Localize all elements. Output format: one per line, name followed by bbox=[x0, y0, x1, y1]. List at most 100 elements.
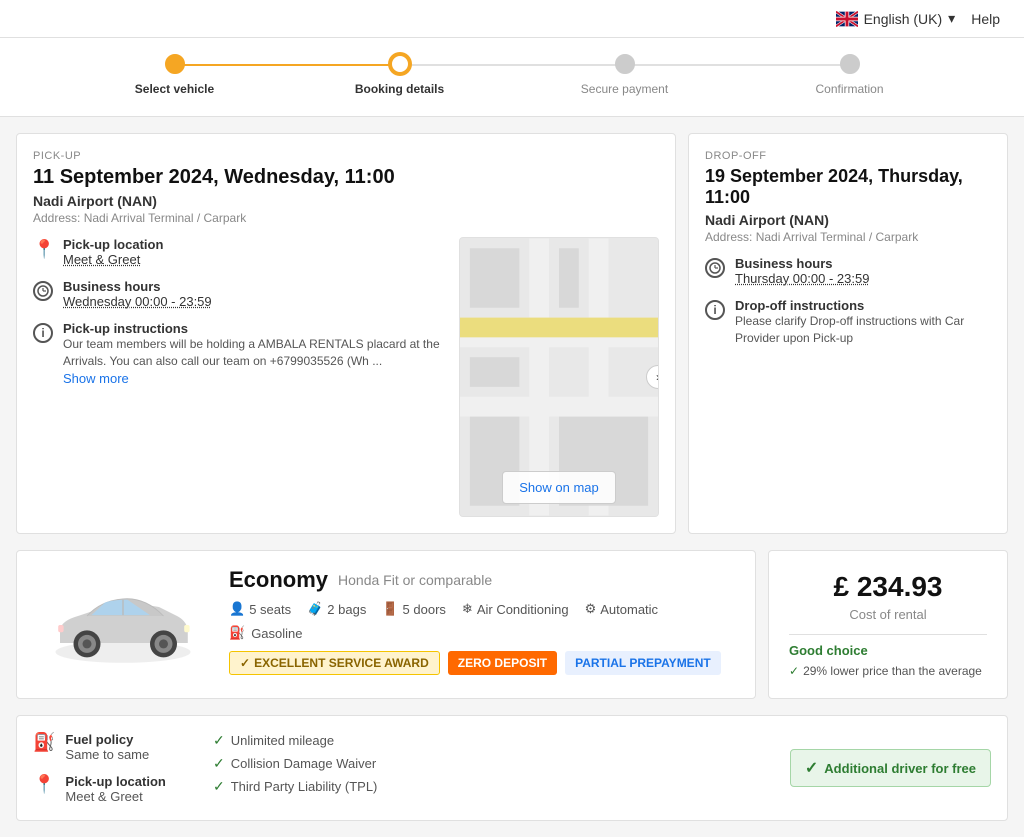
bag-icon: 🧳 bbox=[307, 601, 323, 617]
seats-value: 5 seats bbox=[249, 602, 291, 617]
step-label-3: Secure payment bbox=[581, 82, 668, 96]
pickup-business-hours-info: Business hours Wednesday 00:00 - 23:59 bbox=[63, 279, 212, 309]
person-icon: 👤 bbox=[229, 601, 245, 617]
seats-spec: 👤 5 seats bbox=[229, 601, 291, 617]
fuel-type: Gasoline bbox=[251, 626, 302, 641]
fuel-policy-info: Fuel policy Same to same bbox=[65, 732, 149, 762]
badges-row: ✓ EXCELLENT SERVICE AWARD ZERO DEPOSIT P… bbox=[229, 651, 739, 675]
vehicle-class: Economy bbox=[229, 567, 328, 593]
pickup-business-hours-label: Business hours bbox=[63, 279, 212, 294]
show-more-link[interactable]: Show more bbox=[63, 371, 129, 386]
vehicle-card: Economy Honda Fit or comparable 👤 5 seat… bbox=[16, 550, 756, 699]
door-icon: 🚪 bbox=[382, 601, 398, 617]
main-content: PICK-UP 11 September 2024, Wednesday, 11… bbox=[0, 117, 1024, 837]
show-on-map-button[interactable]: Show on map bbox=[502, 471, 616, 504]
dropoff-instructions-info: Drop-off instructions Please clarify Dro… bbox=[735, 298, 991, 347]
transmission-icon: ⚙ bbox=[585, 601, 597, 617]
bottom-section: ⛽ Fuel policy Same to same 📍 Pick-up loc… bbox=[16, 715, 1008, 821]
payment-badge-text: PARTIAL PREPAYMENT bbox=[575, 656, 711, 670]
fuel-policy-label: Fuel policy bbox=[65, 732, 149, 747]
feature-col: ✓ Unlimited mileage ✓ Collision Damage W… bbox=[213, 732, 770, 804]
step-circle-3 bbox=[615, 54, 635, 74]
info-icon: i bbox=[33, 323, 53, 343]
dropoff-info-icon: i bbox=[705, 300, 725, 320]
dropoff-business-hours-value: Thursday 00:00 - 23:59 bbox=[735, 271, 869, 286]
step-secure-payment[interactable]: Secure payment bbox=[512, 54, 737, 96]
bottom-pickup-label: Pick-up location bbox=[65, 774, 165, 789]
award-check-icon: ✓ bbox=[240, 656, 250, 670]
transmission-value: Automatic bbox=[600, 602, 658, 617]
ac-icon: ❄ bbox=[462, 601, 473, 617]
bottom-fuel-policy-row: ⛽ Fuel policy Same to same bbox=[33, 732, 193, 762]
dropoff-instructions-label: Drop-off instructions bbox=[735, 298, 991, 313]
ac-spec: ❄ Air Conditioning bbox=[462, 601, 569, 617]
language-label: English (UK) bbox=[864, 11, 943, 27]
pickup-instructions-row: i Pick-up instructions Our team members … bbox=[33, 321, 447, 386]
pickup-location-row: 📍 Pick-up location Meet & Greet bbox=[33, 237, 447, 267]
feature-text-2: Third Party Liability (TPL) bbox=[231, 779, 378, 794]
language-selector[interactable]: English (UK) ▾ bbox=[836, 10, 956, 27]
deposit-badge-text: ZERO DEPOSIT bbox=[458, 656, 547, 670]
feature-check-1: ✓ bbox=[213, 755, 225, 772]
pickup-instructions-text: Our team members will be holding a AMBAL… bbox=[63, 336, 447, 370]
pin-icon: 📍 bbox=[33, 239, 53, 259]
step-booking-details[interactable]: Booking details bbox=[287, 54, 512, 96]
progress-bar: Select vehicle Booking details Secure pa… bbox=[0, 38, 1024, 117]
pickup-location-name: Nadi Airport (NAN) bbox=[33, 193, 659, 209]
feature-text-1: Collision Damage Waiver bbox=[231, 756, 376, 771]
dropoff-business-hours-info: Business hours Thursday 00:00 - 23:59 bbox=[735, 256, 869, 286]
pickup-location-info: Pick-up location Meet & Greet bbox=[63, 237, 163, 267]
chevron-down-icon: ▾ bbox=[948, 10, 955, 27]
award-badge: ✓ EXCELLENT SERVICE AWARD bbox=[229, 651, 440, 675]
dropoff-business-hours-row: Business hours Thursday 00:00 - 23:59 bbox=[705, 256, 991, 286]
step-select-vehicle[interactable]: Select vehicle bbox=[62, 54, 287, 96]
ac-value: Air Conditioning bbox=[477, 602, 569, 617]
vehicle-model: Honda Fit or comparable bbox=[338, 572, 492, 588]
step-circle-4 bbox=[840, 54, 860, 74]
fuel-policy-value: Same to same bbox=[65, 747, 149, 762]
feature-check-2: ✓ bbox=[213, 778, 225, 795]
pickup-content: 📍 Pick-up location Meet & Greet bbox=[33, 237, 659, 517]
uk-flag-icon bbox=[836, 11, 858, 27]
bottom-left: ⛽ Fuel policy Same to same 📍 Pick-up loc… bbox=[16, 715, 1008, 821]
price-label: Cost of rental bbox=[789, 607, 987, 622]
pickup-info: 📍 Pick-up location Meet & Greet bbox=[33, 237, 447, 517]
price-divider bbox=[789, 634, 987, 635]
policy-col: ⛽ Fuel policy Same to same 📍 Pick-up loc… bbox=[33, 732, 193, 804]
lower-price-value: 29% lower price than the average bbox=[803, 664, 982, 678]
payment-badge: PARTIAL PREPAYMENT bbox=[565, 651, 721, 675]
step-label-4: Confirmation bbox=[815, 82, 883, 96]
bottom-pin-icon: 📍 bbox=[33, 774, 55, 795]
price-panel: £ 234.93 Cost of rental Good choice ✓ 29… bbox=[768, 550, 1008, 699]
vehicle-name-row: Economy Honda Fit or comparable bbox=[229, 567, 739, 593]
dropoff-clock-icon bbox=[705, 258, 725, 278]
top-bar: English (UK) ▾ Help bbox=[0, 0, 1024, 38]
fuel-policy-icon: ⛽ bbox=[33, 732, 55, 753]
feature-text-0: Unlimited mileage bbox=[231, 733, 334, 748]
dropoff-location-name: Nadi Airport (NAN) bbox=[705, 212, 991, 228]
feature-list: ✓ Unlimited mileage ✓ Collision Damage W… bbox=[213, 732, 770, 795]
doors-spec: 🚪 5 doors bbox=[382, 601, 446, 617]
bottom-pickup-row: 📍 Pick-up location Meet & Greet bbox=[33, 774, 193, 804]
help-link[interactable]: Help bbox=[971, 11, 1000, 27]
vehicle-details: Economy Honda Fit or comparable 👤 5 seat… bbox=[229, 567, 739, 682]
pickup-location-value: Meet & Greet bbox=[63, 252, 163, 267]
dropoff-instructions-text: Please clarify Drop-off instructions wit… bbox=[735, 313, 991, 347]
step-confirmation[interactable]: Confirmation bbox=[737, 54, 962, 96]
pickup-date-time: 11 September 2024, Wednesday, 11:00 bbox=[33, 166, 659, 189]
vehicle-image bbox=[33, 567, 213, 682]
clock-icon bbox=[33, 281, 53, 301]
features-card: ⛽ Fuel policy Same to same 📍 Pick-up loc… bbox=[16, 715, 1008, 821]
feature-item-0: ✓ Unlimited mileage bbox=[213, 732, 770, 749]
bottom-pickup-info: Pick-up location Meet & Greet bbox=[65, 774, 165, 804]
pickup-dropoff-row: PICK-UP 11 September 2024, Wednesday, 11… bbox=[16, 133, 1008, 534]
dropoff-section-label: DROP-OFF bbox=[705, 150, 991, 162]
step-circle-1 bbox=[165, 54, 185, 74]
award-badge-text: EXCELLENT SERVICE AWARD bbox=[254, 656, 429, 670]
pickup-instructions-info: Pick-up instructions Our team members wi… bbox=[63, 321, 447, 386]
step-circle-2 bbox=[390, 54, 410, 74]
dropoff-business-hours-label: Business hours bbox=[735, 256, 869, 271]
transmission-spec: ⚙ Automatic bbox=[585, 601, 658, 617]
step-label-2: Booking details bbox=[355, 82, 444, 96]
bottom-pickup-value: Meet & Greet bbox=[65, 789, 165, 804]
